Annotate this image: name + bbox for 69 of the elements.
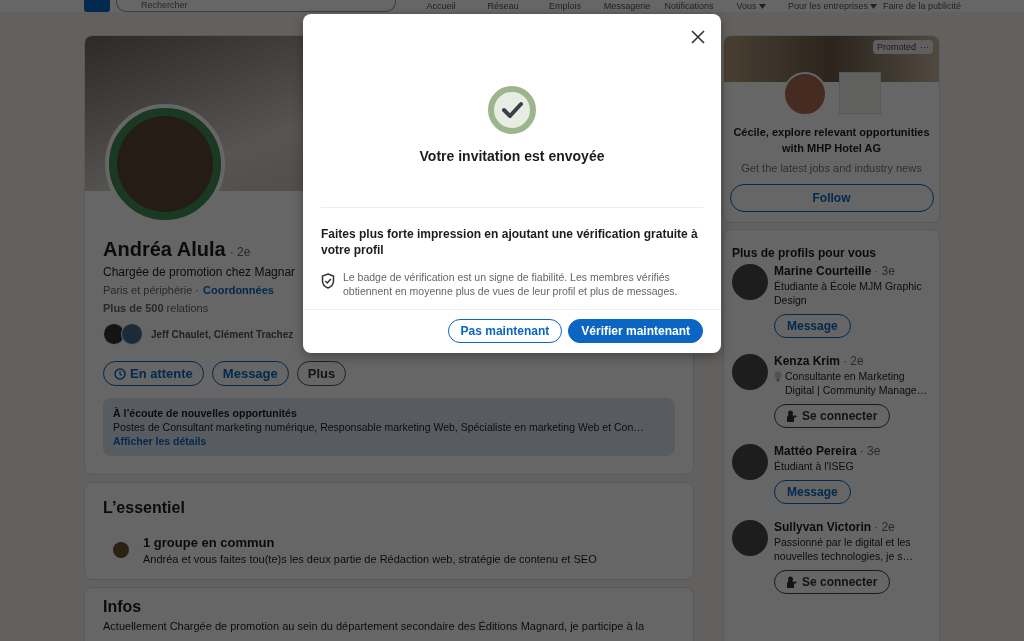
add-person-icon (787, 410, 797, 422)
person-name[interactable]: Kenza Krim (774, 354, 841, 368)
close-button[interactable] (689, 28, 707, 46)
pending-button[interactable]: En attente (103, 361, 204, 386)
success-check-icon (488, 86, 536, 134)
avatar (103, 323, 125, 345)
connection-degree: · 2e (874, 520, 895, 534)
nav-item[interactable]: Messagerie (596, 1, 658, 12)
person-headline: Étudiante à École MJM Graphic Design (774, 279, 923, 307)
person-name[interactable]: Marine Courteille (774, 264, 872, 278)
ad-headline: Cécile, explore relevant opportunities with MHP Hotel AG (732, 125, 931, 156)
follow-button[interactable]: Follow (729, 184, 934, 212)
nav-item[interactable]: Emplois (534, 1, 596, 12)
company-logo (838, 72, 881, 114)
profile-name: Andréa Alula (103, 238, 226, 261)
caret-icon (758, 4, 766, 9)
person-headline: Étudiant à l'ISEG (774, 459, 854, 473)
message-button[interactable]: Message (211, 361, 289, 386)
location: Paris et périphérie · (103, 284, 199, 296)
dialog-title: Votre invitation est envoyée (419, 148, 605, 164)
section-title: Infos (103, 598, 143, 616)
group-description: Andréa et vous faites tou(te)s les deux partie de Rédaction web, stratégie de contenu et SEO (143, 553, 597, 565)
avatar (732, 520, 768, 556)
connections-count: Plus de 500 relations (103, 302, 210, 314)
nav-item[interactable]: Accueil (410, 1, 472, 12)
connection-degree: · 3e (859, 444, 881, 458)
dismiss-button[interactable]: Pas maintenant (447, 319, 563, 343)
message-button[interactable]: Message (774, 314, 851, 338)
mutual-connections: Jeff Chaulet, Clément Trachez (151, 328, 294, 340)
close-icon (691, 30, 705, 44)
avatar (121, 323, 143, 345)
promoted-badge: Promoted ··· (872, 40, 933, 54)
nav-item[interactable]: Notifications (658, 1, 720, 12)
more-button[interactable]: Plus (296, 361, 347, 386)
caret-icon (870, 4, 878, 9)
open-to-work-title: À l’écoute de nouvelles opportunités (113, 406, 298, 420)
person-headline: Passionné par le digital et les nouvelles technologies, je s… (774, 535, 914, 563)
lightbulb-icon (774, 371, 782, 383)
details-link[interactable]: Afficher les détails (113, 435, 207, 447)
profile-headline: Chargée de promotion chez Magnar (103, 265, 296, 279)
avatar (732, 444, 768, 480)
nav-item[interactable]: Vous (720, 1, 782, 12)
verification-text: Le badge de vérification est un signe de fiabilité. Les membres vérifiés obtiennent en moyenne plus de vues de leur profil et plus de messages. (343, 270, 679, 298)
nav-item[interactable]: Réseau (472, 1, 534, 12)
shield-check-icon (321, 273, 335, 289)
avatar (732, 354, 768, 390)
about-text: Actuellement Chargée de promotion au sein du département secondaire des Éditions Magnard, je participe à la (103, 620, 646, 633)
message-button[interactable]: Message (774, 480, 851, 504)
verification-heading: Faites plus forte impression en ajoutant une vérification gratuite à votre profil (321, 226, 699, 258)
add-person-icon (787, 576, 797, 588)
contact-link[interactable]: Coordonnées (203, 284, 274, 296)
section-title: L’essentiel (103, 499, 186, 517)
nav-link[interactable]: Pour les entreprises (788, 1, 878, 12)
connection-degree: · 3e (874, 264, 895, 278)
section-title: Plus de profils pour vous (732, 246, 878, 260)
verify-button[interactable]: Vérifier maintenant (568, 319, 703, 343)
open-to-work-text: Postes de Consultant marketing numérique, Responsable marketing Web, Spécialiste en marketing Web et Con… (113, 420, 645, 434)
connection-degree: · 2e (842, 354, 864, 368)
connection-degree: · 2e (229, 245, 251, 259)
person-name[interactable]: Sullyvan Victorin (774, 520, 872, 534)
connect-button[interactable]: Se connecter (774, 570, 891, 594)
group-title: 1 groupe en commun (143, 535, 276, 550)
connect-button[interactable]: Se connecter (774, 404, 891, 428)
clock-icon (114, 367, 126, 380)
group-logo (113, 542, 129, 558)
person-headline: Consultante en Marketing Digital | Community Manage… (785, 369, 929, 397)
search-field[interactable]: Rechercher (116, 0, 396, 12)
person-name[interactable]: Mattéo Pereira (774, 444, 857, 458)
avatar (732, 264, 768, 300)
